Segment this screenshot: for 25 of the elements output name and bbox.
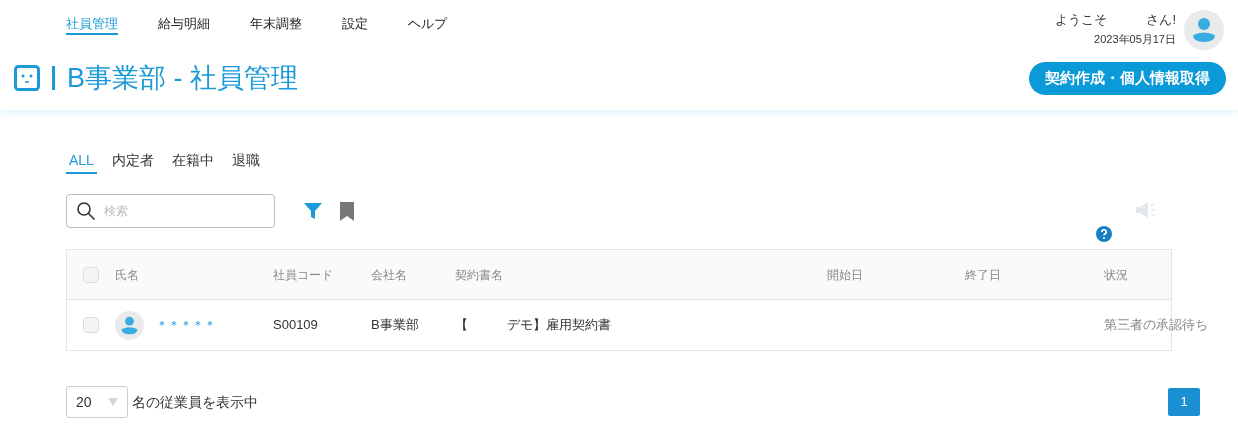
- table-cell: B事業部: [371, 317, 419, 333]
- page-title: B事業部 - 社員管理: [67, 62, 298, 95]
- nav-tab[interactable]: 給与明細: [158, 14, 210, 35]
- column-header: 社員コード: [273, 267, 333, 282]
- column-header: 状況: [1104, 267, 1128, 282]
- column-header: 終了日: [965, 267, 1001, 282]
- employee-count-text: 名の従業員を表示中: [132, 392, 258, 412]
- filter-tab[interactable]: 内定者: [108, 150, 157, 174]
- page-button[interactable]: 1: [1168, 388, 1200, 416]
- nav-tab[interactable]: 年末調整: [250, 14, 302, 35]
- filter-tab[interactable]: 退職: [228, 150, 263, 174]
- column-header: 氏名: [115, 267, 139, 282]
- nav-tab[interactable]: ヘルプ: [408, 14, 447, 35]
- date-text: 2023年05月17日: [1094, 31, 1176, 47]
- column-header: 開始日: [827, 267, 863, 282]
- status-text: 第三者の承認待ち: [1104, 317, 1208, 333]
- welcome-text: ようこそ さん!: [1055, 11, 1176, 29]
- table-cell: 【 デモ】雇用契約書: [455, 317, 611, 333]
- page-size-select[interactable]: 20: [66, 386, 128, 418]
- table-cell: S00109: [273, 317, 318, 333]
- filter-tab[interactable]: 在籍中: [168, 150, 217, 174]
- search-field[interactable]: 検索: [66, 194, 275, 228]
- nav-tab[interactable]: 設定: [342, 14, 368, 35]
- column-header: 契約書名: [455, 267, 503, 282]
- column-header: 会社名: [371, 267, 407, 282]
